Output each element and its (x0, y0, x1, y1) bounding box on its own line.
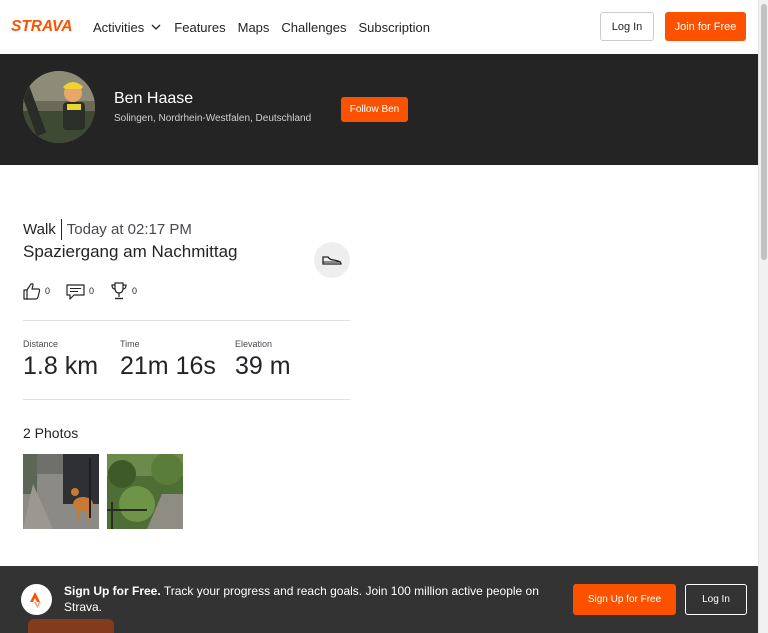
banner-message: Sign Up for Free. Track your progress an… (64, 583, 554, 615)
strava-chevron-icon (29, 591, 41, 608)
chevron-down-icon (151, 24, 161, 30)
stat-label: Time (120, 339, 140, 349)
avatar[interactable] (23, 71, 95, 143)
stat-value: 39 m (235, 352, 291, 380)
scrollbar[interactable] (758, 0, 768, 633)
stat-distance: Distance 1.8 km (23, 339, 98, 381)
photos-heading: 2 Photos (23, 425, 79, 441)
athlete-header: Ben Haase Solingen, Nordrhein-Westfalen,… (0, 54, 758, 165)
stat-value: 21m 16s (120, 352, 216, 380)
athlete-location: Solingen, Nordrhein-Westfalen, Deutschla… (114, 113, 312, 124)
thumbs-up-icon (23, 283, 41, 300)
strava-logo[interactable]: STRAVA (11, 17, 81, 34)
photo-thumbnail[interactable] (107, 454, 183, 529)
kudos-button[interactable]: 0 (23, 282, 50, 300)
achievements-count: 0 (132, 286, 138, 296)
photo-image (23, 454, 99, 529)
nav-challenges[interactable]: Challenges (281, 20, 346, 35)
achievements-button[interactable]: 0 (110, 282, 137, 300)
hidden-button-peek (28, 619, 114, 633)
activity-time: Today at 02:17 PM (66, 221, 192, 238)
nav-features[interactable]: Features (174, 20, 225, 35)
sport-type-badge (314, 242, 350, 278)
login-button[interactable]: Log In (600, 12, 654, 41)
comment-button[interactable]: 0 (66, 283, 94, 300)
divider (23, 320, 350, 321)
trophy-icon (111, 282, 127, 300)
signup-button[interactable]: Sign Up for Free (573, 584, 676, 615)
join-free-button[interactable]: Join for Free (665, 12, 746, 41)
nav-activities-label: Activities (93, 19, 145, 35)
meta-divider (60, 219, 62, 240)
stat-elevation: Elevation 39 m (235, 339, 291, 381)
athlete-name[interactable]: Ben Haase (114, 90, 193, 108)
nav-maps[interactable]: Maps (238, 20, 270, 35)
photo-thumbnail[interactable] (23, 454, 99, 529)
banner-headline: Sign Up for Free. (64, 584, 161, 598)
activity-title: Spaziergang am Nachmittag (23, 242, 238, 261)
divider (23, 399, 350, 400)
nav-activities[interactable]: Activities (93, 20, 162, 35)
top-nav: STRAVA Activities Features Maps Challeng… (0, 0, 758, 54)
banner-login-button[interactable]: Log In (685, 584, 747, 615)
stat-value: 1.8 km (23, 352, 99, 380)
photo-image (107, 454, 183, 529)
svg-text:STRAVA: STRAVA (11, 18, 72, 34)
nav-links: Activities Features Maps Challenges Subs… (93, 0, 442, 54)
stat-label: Distance (23, 339, 59, 349)
comment-count: 0 (89, 286, 95, 296)
stat-time: Time 21m 16s (120, 339, 216, 381)
strava-badge-icon (21, 584, 52, 615)
shoe-icon (322, 256, 342, 265)
avatar-photo (23, 71, 95, 143)
kudos-count: 0 (45, 286, 51, 296)
scrollbar-thumb[interactable] (761, 4, 767, 260)
stat-label: Elevation (235, 339, 273, 349)
activity-type: Walk (23, 221, 56, 238)
social-actions: 0 0 0 (23, 282, 153, 300)
follow-button[interactable]: Follow Ben (341, 97, 408, 122)
activity-meta: Walk Today at 02:17 PM (23, 219, 192, 240)
nav-subscription[interactable]: Subscription (358, 20, 430, 35)
comment-icon (66, 283, 85, 300)
